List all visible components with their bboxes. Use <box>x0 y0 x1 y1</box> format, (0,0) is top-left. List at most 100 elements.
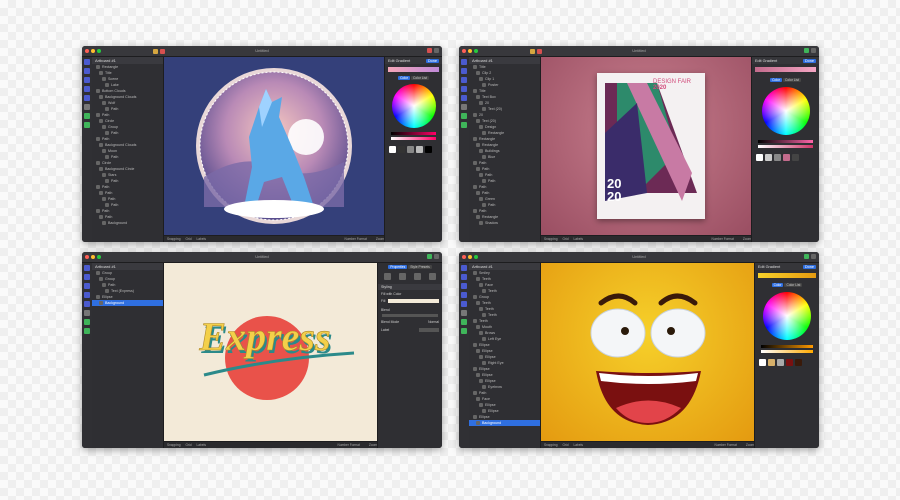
done-button[interactable]: Done <box>802 58 816 63</box>
pen-tool-icon[interactable] <box>84 77 90 83</box>
layer-row[interactable]: Background <box>92 220 163 226</box>
fill-color-swatch[interactable] <box>388 299 439 303</box>
share-icon[interactable] <box>427 48 432 53</box>
select-tool-icon[interactable] <box>461 265 467 271</box>
share-icon[interactable] <box>804 254 809 259</box>
opacity-slider[interactable] <box>761 350 813 353</box>
layer-thumbnail-icon <box>99 301 103 305</box>
canvas[interactable] <box>541 263 754 441</box>
gradient-bar[interactable] <box>755 67 816 72</box>
rectangle-tool-icon[interactable] <box>84 68 90 74</box>
layers-panel: Artboard #1 Group Group Path Text (Express)… <box>92 263 164 448</box>
share-icon[interactable] <box>804 48 809 53</box>
text-tool-icon[interactable] <box>84 292 90 298</box>
blend-mode-value[interactable]: Normal <box>428 320 439 324</box>
tab-properties[interactable]: Properties <box>388 265 408 269</box>
labels-toggle[interactable]: Labels <box>574 443 583 447</box>
labels-toggle[interactable]: Labels <box>574 237 583 241</box>
layers-panel: Artboard #1 Smiley Teeth Face Teeth Group Tee… <box>469 263 541 448</box>
grid-toggle[interactable]: Grid <box>185 237 191 241</box>
brightness-slider[interactable] <box>761 345 813 348</box>
snapping-toggle[interactable]: Snapping <box>544 443 557 447</box>
opacity-slider[interactable] <box>391 137 436 140</box>
rectangle-tool-icon[interactable] <box>461 274 467 280</box>
layer-row[interactable]: Background <box>92 300 163 306</box>
brush-tool-icon[interactable] <box>461 122 467 128</box>
gradient-bar[interactable] <box>388 67 439 72</box>
rectangle-tool-icon[interactable] <box>461 68 467 74</box>
export-icon[interactable] <box>434 254 439 259</box>
grid-toggle[interactable]: Grid <box>562 443 568 447</box>
eyedropper-icon[interactable] <box>461 113 467 119</box>
layer-thumbnail-icon <box>479 221 483 225</box>
layer-row[interactable]: Shadow <box>469 220 540 226</box>
artboard-header[interactable]: Artboard #1 <box>469 57 540 64</box>
select-tool-icon[interactable] <box>84 265 90 271</box>
canvas[interactable]: Express Express <box>164 263 377 441</box>
gradient-bar[interactable] <box>758 273 816 278</box>
snapping-toggle[interactable]: Snapping <box>167 443 180 447</box>
shape-tool-icon[interactable] <box>461 95 467 101</box>
grid-toggle[interactable]: Grid <box>562 237 568 241</box>
brush-tool-icon[interactable] <box>461 328 467 334</box>
brightness-slider[interactable] <box>391 132 436 135</box>
tab-color[interactable]: Color <box>771 283 784 287</box>
shape-tool-icon[interactable] <box>461 301 467 307</box>
artboard-header[interactable]: Artboard #1 <box>469 263 540 270</box>
style-fill-icon[interactable] <box>384 273 391 280</box>
text-tool-icon[interactable] <box>84 86 90 92</box>
image-tool-icon[interactable] <box>461 104 467 110</box>
color-wheel[interactable] <box>761 87 810 135</box>
labels-toggle[interactable]: Labels <box>197 443 206 447</box>
fill-with-color-row[interactable]: Fill with Color <box>378 290 442 298</box>
label-field[interactable] <box>419 328 439 332</box>
blend-slider[interactable] <box>382 314 438 317</box>
brush-tool-icon[interactable] <box>84 122 90 128</box>
grid-toggle[interactable]: Grid <box>185 443 191 447</box>
color-wheel[interactable] <box>391 84 436 128</box>
done-button[interactable]: Done <box>802 264 816 269</box>
style-stroke-icon[interactable] <box>399 273 406 280</box>
canvas[interactable] <box>164 57 384 235</box>
export-icon[interactable] <box>811 254 816 259</box>
color-wheel[interactable] <box>763 292 811 340</box>
rectangle-tool-icon[interactable] <box>84 274 90 280</box>
brightness-slider[interactable] <box>758 140 813 143</box>
select-tool-icon[interactable] <box>84 59 90 65</box>
image-tool-icon[interactable] <box>84 104 90 110</box>
canvas[interactable]: DESIGN FAIR 2020 20 20 <box>541 57 751 235</box>
opacity-slider[interactable] <box>758 145 813 148</box>
share-icon[interactable] <box>427 254 432 259</box>
tab-style-presets[interactable]: Style Presets <box>408 265 432 269</box>
pen-tool-icon[interactable] <box>84 283 90 289</box>
pen-tool-icon[interactable] <box>461 77 467 83</box>
text-tool-icon[interactable] <box>461 86 467 92</box>
export-icon[interactable] <box>811 48 816 53</box>
artboard-header[interactable]: Artboard #1 <box>92 57 163 64</box>
snapping-toggle[interactable]: Snapping <box>544 237 557 241</box>
shape-tool-icon[interactable] <box>84 301 90 307</box>
shape-tool-icon[interactable] <box>84 95 90 101</box>
image-tool-icon[interactable] <box>461 310 467 316</box>
brush-tool-icon[interactable] <box>84 328 90 334</box>
style-blur-icon[interactable] <box>429 273 436 280</box>
tab-color[interactable]: Color <box>770 78 782 82</box>
style-shadow-icon[interactable] <box>414 273 421 280</box>
eyedropper-icon[interactable] <box>461 319 467 325</box>
snapping-toggle[interactable]: Snapping <box>167 237 180 241</box>
pen-tool-icon[interactable] <box>461 283 467 289</box>
tab-color[interactable]: Color <box>398 76 410 80</box>
tab-color-list[interactable]: Color List <box>410 76 429 80</box>
done-button[interactable]: Done <box>425 58 439 63</box>
eyedropper-icon[interactable] <box>84 113 90 119</box>
text-tool-icon[interactable] <box>461 292 467 298</box>
select-tool-icon[interactable] <box>461 59 467 65</box>
artboard-header[interactable]: Artboard #1 <box>92 263 163 270</box>
labels-toggle[interactable]: Labels <box>197 237 206 241</box>
layer-row[interactable]: Background <box>469 420 540 426</box>
export-icon[interactable] <box>434 48 439 53</box>
tab-color-list[interactable]: Color List <box>782 78 801 82</box>
eyedropper-icon[interactable] <box>84 319 90 325</box>
image-tool-icon[interactable] <box>84 310 90 316</box>
tab-color-list[interactable]: Color List <box>784 283 803 287</box>
